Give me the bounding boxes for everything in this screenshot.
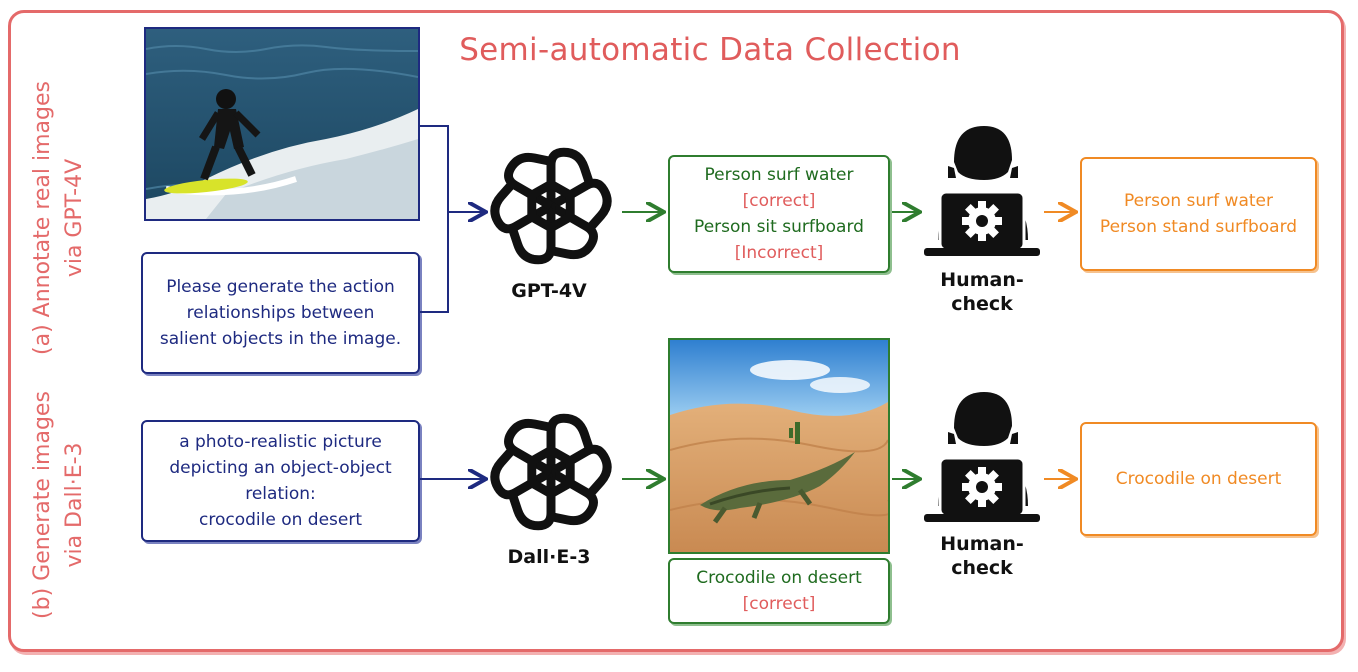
bracket-connector (420, 125, 449, 313)
connector-layer (420, 125, 1358, 672)
